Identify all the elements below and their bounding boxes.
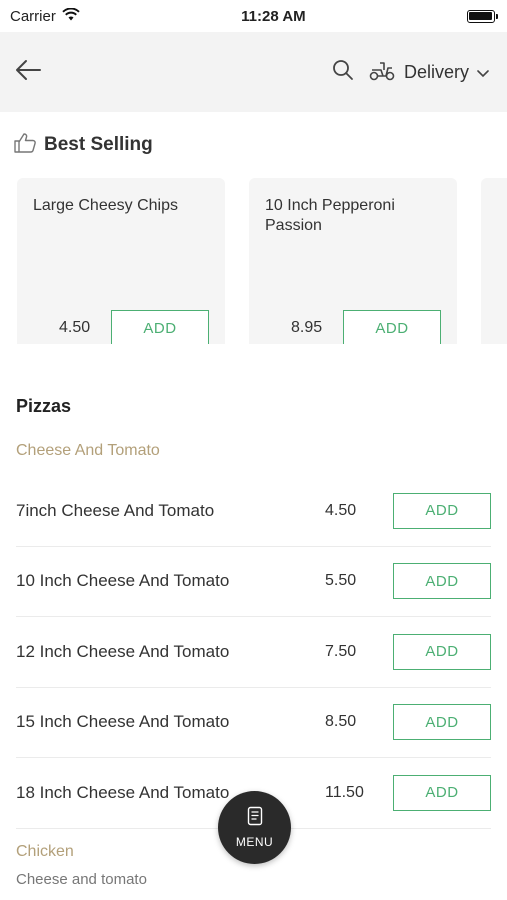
item-price: 4.50 xyxy=(325,501,357,519)
menu-book-icon xyxy=(247,806,263,831)
item-price: 5.50 xyxy=(325,572,357,590)
header: Delivery xyxy=(0,32,507,112)
header-actions: Delivery xyxy=(332,59,489,86)
add-button[interactable]: ADD xyxy=(393,774,491,811)
status-bar: Carrier 11:28 AM xyxy=(0,0,507,32)
add-button[interactable]: ADD xyxy=(393,633,491,670)
best-selling-title: Best Selling xyxy=(44,134,153,155)
item-name: 10 Inch Cheese And Tomato xyxy=(16,571,230,591)
menu-item-row[interactable]: 7inch Cheese And Tomato 4.50 ADD xyxy=(16,476,491,547)
wifi-icon xyxy=(62,7,80,25)
best-selling-card[interactable]: 10 Inch Pepperoni Passion 8.95 ADD xyxy=(249,178,457,344)
add-button[interactable]: ADD xyxy=(393,563,491,600)
best-selling-card[interactable]: Large Cheesy Chips 4.50 ADD xyxy=(17,178,225,344)
best-selling-card-peek[interactable] xyxy=(481,178,507,344)
card-footer: 8.95 ADD xyxy=(265,310,441,344)
item-price: 7.50 xyxy=(325,642,357,660)
subcategory-description: Cheese and tomato xyxy=(16,870,147,888)
battery-icon xyxy=(466,9,498,23)
add-button[interactable]: ADD xyxy=(393,492,491,529)
best-selling-carousel[interactable]: Large Cheesy Chips 4.50 ADD 10 Inch Pepp… xyxy=(0,158,507,344)
menu-item-row[interactable]: 12 Inch Cheese And Tomato 7.50 ADD xyxy=(16,617,491,688)
back-arrow-icon[interactable] xyxy=(14,58,42,87)
carrier-label: Carrier xyxy=(10,7,56,25)
add-button[interactable]: ADD xyxy=(343,310,441,344)
card-name: 10 Inch Pepperoni Passion xyxy=(265,197,395,234)
item-price: 11.50 xyxy=(325,783,364,801)
menu-item-row[interactable]: 10 Inch Cheese And Tomato 5.50 ADD xyxy=(16,547,491,617)
card-footer: 4.50 ADD xyxy=(33,310,209,344)
thumbs-up-icon xyxy=(14,132,36,158)
item-name: 12 Inch Cheese And Tomato xyxy=(16,641,230,661)
add-button[interactable]: ADD xyxy=(393,704,491,741)
delivery-selector[interactable]: Delivery xyxy=(368,59,489,86)
add-button[interactable]: ADD xyxy=(111,310,209,344)
item-price: 8.50 xyxy=(325,713,357,731)
status-time: 11:28 AM xyxy=(241,7,306,25)
best-selling-header: Best Selling xyxy=(0,112,507,158)
category-title: Pizzas xyxy=(16,396,72,416)
search-icon[interactable] xyxy=(332,59,354,86)
chevron-down-icon xyxy=(477,62,489,83)
scooter-icon xyxy=(368,59,396,86)
item-name: 7inch Cheese And Tomato xyxy=(16,500,215,520)
card-name: Large Cheesy Chips xyxy=(33,197,178,214)
pizzas-section: Pizzas Cheese And Tomato xyxy=(0,344,507,460)
menu-item-row[interactable]: 15 Inch Cheese And Tomato 8.50 ADD xyxy=(16,688,491,758)
card-price: 4.50 xyxy=(59,319,91,336)
menu-label: MENU xyxy=(235,835,274,849)
status-left: Carrier xyxy=(10,7,80,25)
item-name: 15 Inch Cheese And Tomato xyxy=(16,712,230,732)
card-price: 8.95 xyxy=(291,319,323,336)
pizza-item-list: 7inch Cheese And Tomato 4.50 ADD 10 Inch… xyxy=(0,476,507,829)
subcategory-title: Cheese And Tomato xyxy=(16,442,160,459)
delivery-label: Delivery xyxy=(403,61,469,82)
menu-button[interactable]: MENU xyxy=(218,791,291,864)
